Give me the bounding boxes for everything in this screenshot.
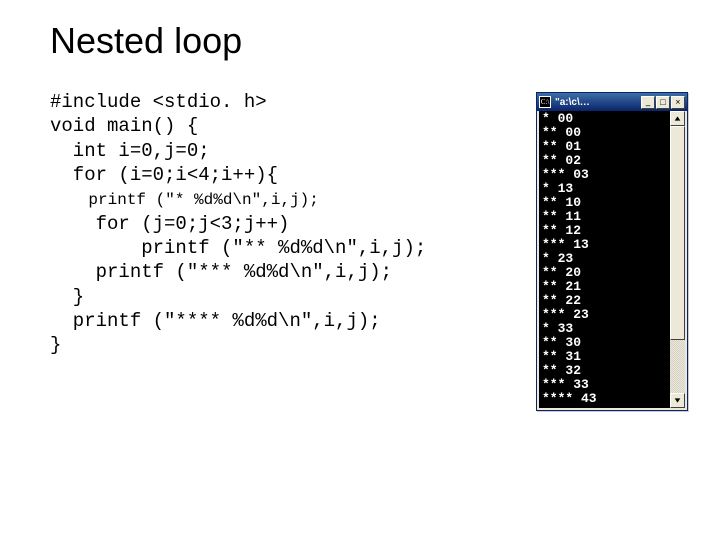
code-line: #include <stdio. h> xyxy=(50,91,267,113)
console-window: C:\ "a:\c\… _ □ × * 00 ** 00 ** 01 ** 02… xyxy=(536,92,688,411)
code-line: printf ("**** %d%d\n",i,j); xyxy=(50,310,381,332)
code-line: printf ("*** %d%d\n",i,j); xyxy=(50,261,392,283)
titlebar-buttons: _ □ × xyxy=(641,96,685,109)
cmd-icon: C:\ xyxy=(539,96,551,108)
scroll-track[interactable] xyxy=(670,126,685,393)
chevron-down-icon xyxy=(674,397,681,404)
vertical-scrollbar[interactable] xyxy=(670,111,685,408)
slide: Nested loop #include <stdio. h> void mai… xyxy=(0,0,720,540)
code-line: void main() { xyxy=(50,115,198,137)
console-body: * 00 ** 00 ** 01 ** 02 *** 03 * 13 ** 10… xyxy=(537,111,687,410)
code-line: int i=0,j=0; xyxy=(50,140,210,162)
code-line: for (i=0;i<4;i++){ xyxy=(50,164,278,186)
minimize-button[interactable]: _ xyxy=(641,96,655,109)
code-line: for (j=0;j<3;j++) xyxy=(50,213,289,235)
titlebar: C:\ "a:\c\… _ □ × xyxy=(537,93,687,111)
code-line: } xyxy=(50,286,84,308)
scroll-down-button[interactable] xyxy=(670,393,685,408)
page-title: Nested loop xyxy=(50,20,680,62)
chevron-up-icon xyxy=(674,115,681,122)
console-output: * 00 ** 00 ** 01 ** 02 *** 03 * 13 ** 10… xyxy=(539,111,670,408)
code-line: printf ("** %d%d\n",i,j); xyxy=(50,237,426,259)
close-button[interactable]: × xyxy=(671,96,685,109)
scroll-up-button[interactable] xyxy=(670,111,685,126)
code-line: } xyxy=(50,334,61,356)
maximize-button[interactable]: □ xyxy=(656,96,670,109)
scroll-thumb[interactable] xyxy=(670,126,685,340)
window-title: "a:\c\… xyxy=(553,97,639,108)
code-line: printf ("* %d%d\n",i,j); xyxy=(50,191,319,209)
